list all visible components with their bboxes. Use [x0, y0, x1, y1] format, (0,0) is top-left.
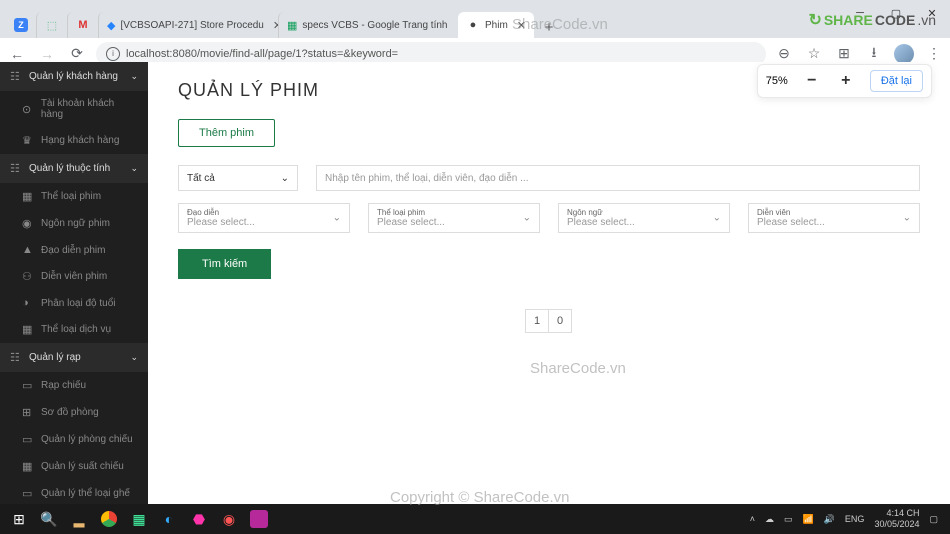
extensions-icon[interactable]: ⊞ [834, 44, 854, 64]
search-taskbar[interactable]: 🔍 [34, 504, 64, 534]
keyword-input[interactable]: Nhập tên phim, thể loại, diễn viên, đạo … [316, 165, 920, 191]
sidebar: ☷Quản lý khách hàng⌄⊙Tài khoản khách hàn… [0, 62, 148, 504]
status-select[interactable]: Tất cả ⌄ [178, 165, 298, 191]
sidebar-item[interactable]: ▭Quản lý phòng chiếu [0, 426, 148, 453]
chrome-taskbar[interactable] [94, 504, 124, 534]
group-icon: ☷ [10, 351, 23, 364]
cloud-icon[interactable]: ☁ [765, 514, 774, 525]
zoom-in-button[interactable]: + [836, 71, 856, 91]
url-text: localhost:8080/movie/find-all/page/1?sta… [126, 48, 398, 60]
volume-icon[interactable]: 🔊 [824, 514, 835, 525]
item-icon: ⊙ [22, 103, 35, 116]
item-icon: ▲ [22, 244, 35, 256]
item-icon: ◉ [22, 217, 35, 230]
tray-chevron-icon[interactable]: ˄ [750, 514, 755, 524]
sidebar-item[interactable]: ◉Ngôn ngữ phim [0, 210, 148, 237]
browser-tab-active[interactable]: ●Phim✕ [458, 12, 534, 38]
chevron-down-icon: ⌄ [130, 352, 138, 363]
file-explorer[interactable]: ▂ [64, 504, 94, 534]
item-icon: ⚇ [22, 270, 35, 283]
item-icon: ▭ [22, 379, 35, 392]
notifications-icon[interactable]: ▢ [929, 514, 938, 525]
wifi-icon[interactable]: 📶 [802, 514, 813, 525]
item-icon: ▦ [22, 323, 35, 336]
browser-tab[interactable]: Z [6, 12, 36, 38]
chevron-down-icon: ⌄ [523, 213, 531, 224]
menu-icon[interactable]: ⋮ [924, 44, 944, 64]
profile-avatar[interactable] [894, 44, 914, 64]
battery-icon[interactable]: ▭ [784, 514, 793, 525]
sidebar-item[interactable]: ▭Rạp chiếu [0, 372, 148, 399]
start-button[interactable]: ⊞ [4, 504, 34, 534]
download-icon[interactable]: ⭳ [864, 44, 884, 64]
item-icon: ◑ [22, 297, 35, 309]
app-icon[interactable]: ◐ [154, 504, 184, 534]
sidebar-item[interactable]: ▦Quản lý suất chiếu [0, 453, 148, 480]
chevron-down-icon: ⌄ [130, 71, 138, 82]
chevron-down-icon: ⌄ [903, 213, 911, 224]
item-icon: ♛ [22, 134, 35, 147]
site-info-icon[interactable]: i [106, 47, 120, 61]
item-icon: ▭ [22, 487, 35, 500]
chevron-down-icon: ⌄ [333, 213, 341, 224]
sidebar-item[interactable]: ⊙Tài khoản khách hàng [0, 91, 148, 127]
clock[interactable]: 4:14 CH 30/05/2024 [874, 508, 919, 530]
sidebar-item[interactable]: ▭Quản lý thể loại ghế [0, 480, 148, 504]
logo-icon: ↻ [808, 10, 821, 30]
browser-tab[interactable]: ▦specs VCBS - Google Trang tính✕ [278, 12, 458, 38]
sidebar-item[interactable]: ▲Đạo diễn phim [0, 237, 148, 263]
sidebar-group[interactable]: ☷Quản lý thuộc tính⌄ [0, 154, 148, 183]
item-icon: ⊞ [22, 406, 35, 419]
filter-select[interactable]: Diễn viênPlease select...⌄ [748, 203, 920, 233]
close-tab-icon[interactable]: ✕ [517, 19, 526, 32]
zoom-reset-button[interactable]: Đặt lại [870, 70, 923, 92]
pagination: 10 [178, 309, 920, 333]
group-icon: ☷ [10, 70, 23, 83]
zoom-out-button[interactable]: − [802, 71, 822, 91]
filter-row: Đạo diễnPlease select...⌄ Thể loại phimPl… [178, 203, 920, 233]
filter-select[interactable]: Ngôn ngữPlease select...⌄ [558, 203, 730, 233]
sidebar-item[interactable]: ▦Thể loại phim [0, 183, 148, 210]
app-icon[interactable] [250, 510, 268, 528]
item-icon: ▦ [22, 190, 35, 203]
zoom-level: 75% [766, 75, 788, 87]
app-icon[interactable]: ▦ [124, 504, 154, 534]
page-button[interactable]: 0 [548, 309, 572, 333]
sidebar-item[interactable]: ⚇Diễn viên phim [0, 263, 148, 290]
sidebar-group[interactable]: ☷Quản lý rạp⌄ [0, 343, 148, 372]
language-indicator[interactable]: ENG [845, 514, 865, 524]
item-icon: ▦ [22, 460, 35, 473]
taskbar: ⊞ 🔍 ▂ ▦ ◐ ⬣ ◉ ˄ ☁ ▭ 📶 🔊 ENG 4:14 CH 30/0… [0, 504, 950, 534]
zoom-indicator-icon[interactable]: ⊖ [774, 44, 794, 64]
sidebar-item[interactable]: ⊞Sơ đồ phòng [0, 399, 148, 426]
app-icon[interactable]: ⬣ [184, 504, 214, 534]
sidebar-item[interactable]: ▦Thể loại dịch vụ [0, 316, 148, 343]
chevron-down-icon: ⌄ [713, 213, 721, 224]
browser-tab[interactable]: M [67, 12, 98, 38]
sidebar-group[interactable]: ☷Quản lý khách hàng⌄ [0, 62, 148, 91]
chevron-down-icon: ⌄ [130, 163, 138, 174]
sidebar-item[interactable]: ◑Phân loại độ tuổi [0, 290, 148, 316]
filter-select[interactable]: Thể loại phimPlease select...⌄ [368, 203, 540, 233]
browser-tab[interactable]: ◆[VCBSOAPI-271] Store Procedu✕ [98, 12, 278, 38]
chevron-down-icon: ⌄ [281, 173, 289, 184]
item-icon: ▭ [22, 433, 35, 446]
browser-tab[interactable]: ⬚ [36, 12, 67, 38]
page-button[interactable]: 1 [525, 309, 549, 333]
add-movie-button[interactable]: Thêm phim [178, 119, 275, 147]
app-icon[interactable]: ◉ [214, 504, 244, 534]
group-icon: ☷ [10, 162, 23, 175]
sharecode-logo: ↻ SHARECODE.vn [808, 10, 936, 30]
sidebar-item[interactable]: ♛Hạng khách hàng [0, 127, 148, 154]
zoom-popup: 75% − + Đặt lại [757, 64, 932, 98]
search-button[interactable]: Tìm kiếm [178, 249, 271, 279]
bookmark-icon[interactable]: ☆ [804, 44, 824, 64]
filter-select[interactable]: Đạo diễnPlease select...⌄ [178, 203, 350, 233]
main-content: QUẢN LÝ PHIM Thêm phim Tất cả ⌄ Nhập tên… [148, 62, 950, 504]
new-tab-button[interactable]: + [538, 16, 560, 38]
